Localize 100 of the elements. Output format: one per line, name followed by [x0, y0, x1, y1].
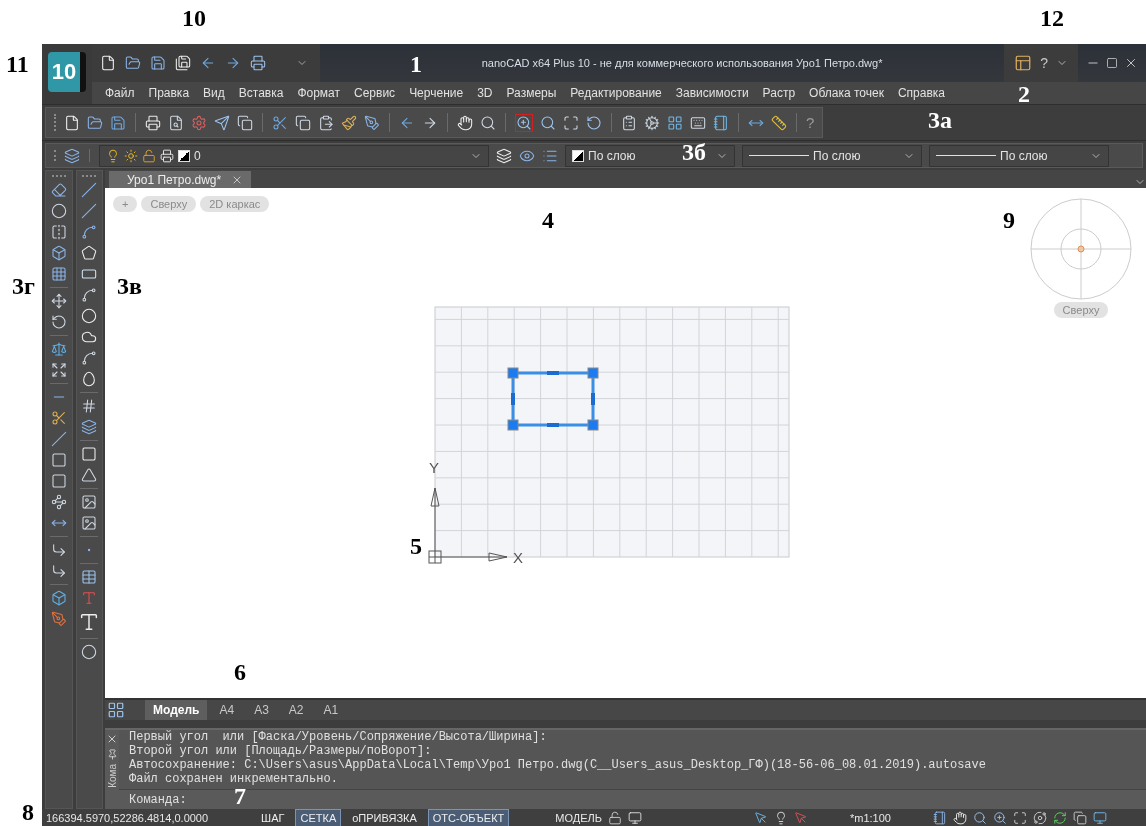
- zoom-realtime-icon[interactable]: [480, 114, 496, 131]
- erase-icon[interactable]: [50, 182, 67, 198]
- annotation-scale[interactable]: *m1:100: [850, 812, 891, 824]
- close-icon[interactable]: [1124, 56, 1138, 70]
- move-icon[interactable]: [50, 293, 67, 309]
- table-icon[interactable]: [81, 569, 98, 585]
- pan-hand-icon[interactable]: [952, 811, 967, 825]
- edit-polyline-icon[interactable]: [50, 611, 67, 627]
- properties-icon[interactable]: [621, 114, 637, 131]
- book-icon[interactable]: [932, 811, 947, 825]
- lineweight-dropdown[interactable]: По слою: [929, 144, 1109, 167]
- keyboard-icon[interactable]: [690, 114, 706, 131]
- close-icon[interactable]: [106, 733, 118, 745]
- arc-icon[interactable]: [81, 287, 98, 303]
- layout-tab[interactable]: A3: [246, 700, 277, 720]
- menu-item[interactable]: Сервис: [347, 86, 403, 100]
- match-properties-icon[interactable]: [341, 114, 357, 131]
- menu-item[interactable]: Справка: [890, 86, 952, 100]
- menu-item[interactable]: Редактирование: [563, 86, 669, 100]
- linetype-dropdown[interactable]: По слою: [742, 144, 922, 167]
- save-all-icon[interactable]: [175, 55, 191, 71]
- line-icon[interactable]: [81, 182, 98, 198]
- layout-tab[interactable]: A2: [280, 700, 312, 720]
- menu-item[interactable]: Вставка: [231, 86, 291, 100]
- help-button[interactable]: ?: [1040, 55, 1048, 71]
- document-tab[interactable]: Уро1 Петро.dwg*: [109, 171, 252, 188]
- pin-icon[interactable]: [106, 749, 118, 760]
- scale-icon[interactable]: [50, 341, 67, 357]
- sun-icon[interactable]: [124, 148, 138, 163]
- lightbulb-icon[interactable]: [106, 148, 120, 163]
- menu-item[interactable]: Зависимости: [668, 86, 756, 100]
- array-icon[interactable]: [50, 266, 67, 282]
- refresh-icon[interactable]: [1052, 811, 1067, 825]
- layer-manager-icon[interactable]: [64, 147, 80, 164]
- paste-icon[interactable]: [318, 114, 334, 131]
- layout-tab[interactable]: Модель: [145, 700, 208, 720]
- model-space-toggle[interactable]: МОДЕЛЬ: [555, 812, 602, 824]
- menu-item[interactable]: Формат: [290, 86, 348, 100]
- selection-icon[interactable]: [754, 811, 768, 825]
- new-file-icon[interactable]: [100, 55, 116, 71]
- cut-icon[interactable]: [272, 114, 288, 131]
- cloud-icon[interactable]: [81, 329, 98, 345]
- layout-tab[interactable]: A1: [315, 700, 347, 720]
- printer-icon[interactable]: [250, 55, 266, 71]
- lock-icon[interactable]: [142, 148, 156, 163]
- command-prompt[interactable]: Команда:: [129, 792, 187, 807]
- lock-icon[interactable]: [608, 811, 622, 825]
- spline-icon[interactable]: [81, 350, 98, 366]
- layouts-icon[interactable]: [107, 701, 125, 719]
- status-toggle[interactable]: ОТС-ОБЪЕКТ: [427, 809, 510, 826]
- zoom-extents-icon[interactable]: [563, 114, 579, 131]
- raster-image-icon[interactable]: [81, 515, 98, 531]
- zoom-icon[interactable]: [540, 114, 556, 131]
- save-icon[interactable]: [110, 114, 126, 131]
- monitor-icon[interactable]: [628, 811, 642, 825]
- edit-icon[interactable]: [364, 114, 380, 131]
- ruler-icon[interactable]: [771, 114, 787, 131]
- menu-item[interactable]: 3D: [470, 86, 500, 100]
- menu-item[interactable]: Размеры: [499, 86, 564, 100]
- layer-dropdown[interactable]: 0: [99, 144, 489, 167]
- menu-item[interactable]: Черчение: [402, 86, 471, 100]
- status-toggle[interactable]: ШАГ: [256, 809, 290, 826]
- lightbulb-icon[interactable]: [774, 811, 788, 825]
- notebook-icon[interactable]: [713, 114, 729, 131]
- rotate-icon[interactable]: [50, 314, 67, 330]
- selected-rectangle[interactable]: [507, 367, 599, 431]
- new-file-icon[interactable]: [64, 114, 80, 131]
- print-preview-icon[interactable]: [168, 114, 184, 131]
- printer-icon[interactable]: [160, 148, 174, 163]
- hatch-icon[interactable]: [81, 398, 98, 414]
- settings-icon[interactable]: [644, 114, 660, 131]
- pan-hand-icon[interactable]: [457, 114, 473, 131]
- status-toggle[interactable]: СЕТКА: [295, 809, 342, 826]
- undo-icon[interactable]: [200, 55, 216, 71]
- panel-icon[interactable]: [1014, 54, 1033, 72]
- menu-item[interactable]: Вид: [196, 86, 232, 100]
- save-icon[interactable]: [150, 55, 166, 71]
- zoom-previous-icon[interactable]: [586, 114, 602, 131]
- open-folder-icon[interactable]: [87, 114, 103, 131]
- zoom-extents-icon[interactable]: [1012, 811, 1027, 825]
- zoom-window-icon[interactable]: [992, 811, 1007, 825]
- redo-icon[interactable]: [225, 55, 241, 71]
- zoom-icon[interactable]: [972, 811, 987, 825]
- zoom-window-icon[interactable]: [516, 114, 532, 131]
- ray-icon[interactable]: [81, 203, 98, 219]
- menu-item[interactable]: Облака точек: [802, 86, 891, 100]
- open-folder-icon[interactable]: [125, 55, 141, 71]
- menu-item[interactable]: Файл: [98, 86, 142, 100]
- layout-tab[interactable]: A4: [211, 700, 243, 720]
- menu-item[interactable]: Правка: [141, 86, 197, 100]
- orbit-icon[interactable]: [1032, 811, 1047, 825]
- rectangle-icon[interactable]: [81, 266, 98, 282]
- polygon-icon[interactable]: [81, 245, 98, 261]
- status-toggle[interactable]: оПРИВЯЗКА: [347, 809, 422, 826]
- stretch-icon[interactable]: [50, 362, 67, 378]
- polyline-icon[interactable]: [81, 224, 98, 240]
- fullscreen-icon[interactable]: [1092, 811, 1107, 825]
- menu-item[interactable]: Растр: [755, 86, 803, 100]
- layer-icon[interactable]: [496, 147, 512, 164]
- circle-icon[interactable]: [81, 308, 98, 324]
